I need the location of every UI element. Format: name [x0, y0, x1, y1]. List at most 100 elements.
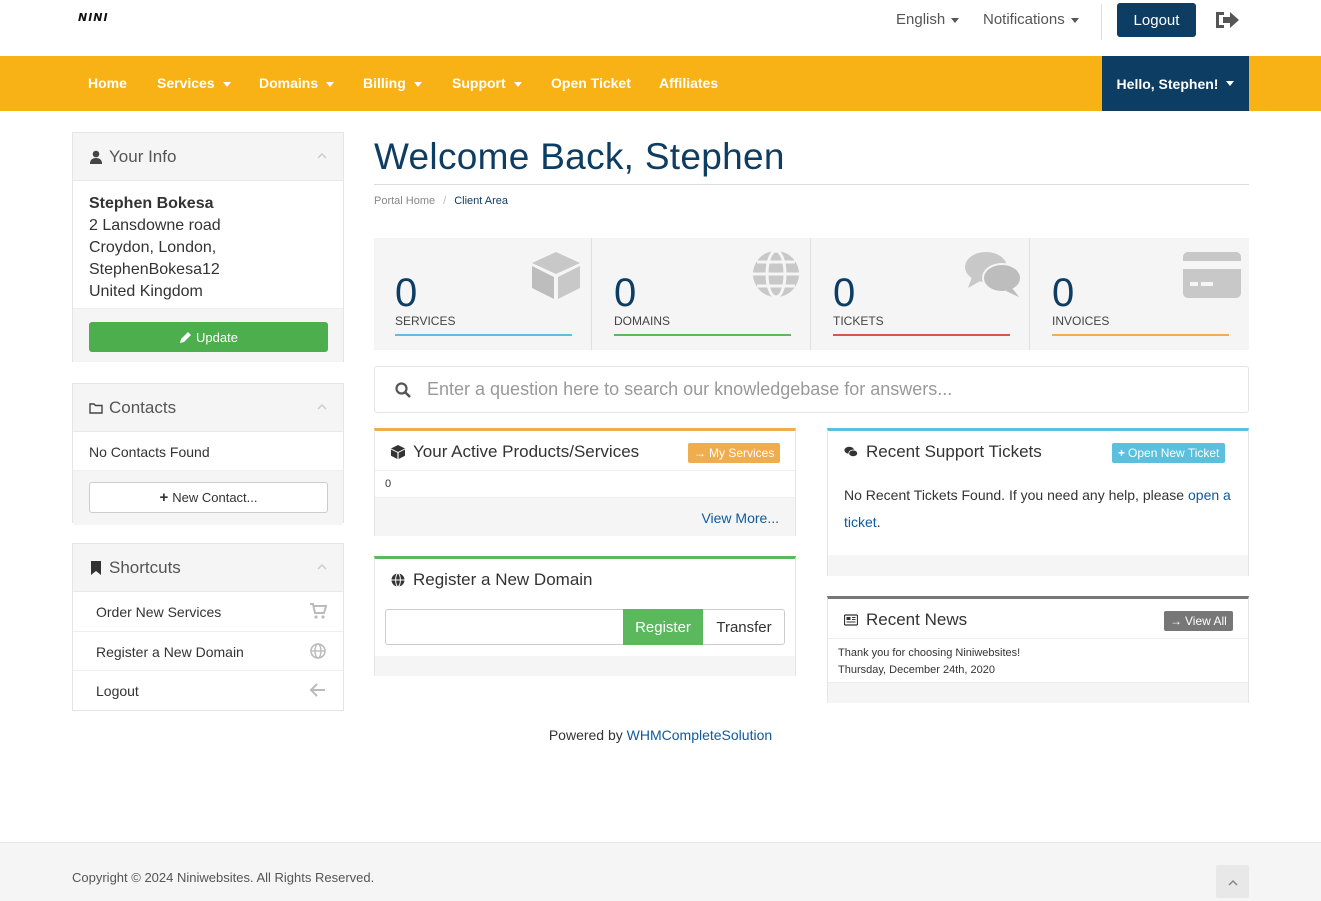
client-name: Stephen Bokesa: [89, 195, 214, 212]
plus-icon: +: [1118, 446, 1126, 460]
title-divider: [374, 184, 1249, 185]
register-button[interactable]: Register: [623, 609, 703, 645]
contacts-panel: Contacts No Contacts Found + New Contact…: [72, 383, 344, 525]
copyright: Copyright © 2024 Niniwebsites. All Right…: [72, 870, 375, 885]
card-footer: [375, 656, 795, 676]
caret-down-icon: [1070, 17, 1079, 23]
your-info-panel: Your Info Stephen Bokesa 2 Lansdowne roa…: [72, 132, 344, 362]
caret-down-icon: [951, 17, 960, 23]
shortcut-logout[interactable]: Logout: [73, 670, 343, 709]
panel-header[interactable]: Contacts: [73, 384, 343, 432]
panel-header[interactable]: Your Info: [73, 133, 343, 181]
recent-tickets-card: Recent Support Tickets + Open New Ticket…: [827, 428, 1249, 576]
new-contact-button[interactable]: + New Contact...: [89, 482, 328, 513]
nav-label: Billing: [363, 75, 406, 91]
logout-button[interactable]: Logout: [1117, 3, 1196, 37]
shortcut-register-domain[interactable]: Register a New Domain: [73, 631, 343, 670]
comments-icon: [965, 252, 1022, 297]
site-logo[interactable]: NINI: [78, 11, 109, 24]
breadcrumb-portal-home[interactable]: Portal Home: [374, 195, 435, 207]
register-domain-card: Register a New Domain Register Transfer: [374, 556, 796, 676]
panel-title: Contacts: [109, 398, 177, 417]
shortcut-order-services[interactable]: Order New Services: [73, 592, 343, 631]
stat-tickets[interactable]: 0 TICKETS: [812, 238, 1030, 350]
nav-domains[interactable]: Domains: [259, 75, 335, 91]
card-header: Recent News → View All: [828, 599, 1248, 639]
powered-prefix: Powered by: [548, 727, 623, 743]
top-bar: NINI English Notifications Logout: [0, 0, 1321, 56]
notifications-dropdown[interactable]: Notifications: [983, 11, 1079, 28]
news-date: Thursday, December 24th, 2020: [838, 664, 995, 676]
domain-input[interactable]: [386, 610, 622, 644]
update-button[interactable]: Update: [89, 322, 328, 352]
folder-icon: [89, 403, 103, 414]
breadcrumb-client-area: Client Area: [454, 195, 509, 207]
period: .: [876, 514, 881, 530]
nav-home[interactable]: Home: [88, 75, 127, 91]
globe-icon: [753, 249, 799, 299]
my-services-button[interactable]: → My Services: [688, 443, 781, 463]
chevron-up-icon[interactable]: [317, 151, 327, 159]
stat-underline: [614, 334, 791, 336]
caret-down-icon: [326, 81, 335, 87]
card-header: Your Active Products/Services → My Servi…: [375, 431, 795, 471]
stat-label: TICKETS: [833, 314, 884, 328]
divider: [1101, 4, 1102, 40]
bookmark-icon: [91, 561, 101, 575]
account-menu[interactable]: Hello, Stephen!: [1102, 56, 1249, 111]
newspaper-icon: [844, 614, 858, 626]
card-header: Register a New Domain: [375, 559, 795, 599]
whmcs-link[interactable]: WHMCompleteSolution: [627, 727, 773, 743]
stat-services[interactable]: 0 SERVICES: [374, 238, 592, 350]
globe-icon: [310, 643, 326, 659]
language-dropdown[interactable]: English: [896, 11, 960, 28]
chevron-up-icon[interactable]: [317, 402, 327, 410]
notifications-label: Notifications: [983, 11, 1065, 28]
chevron-up-icon[interactable]: [317, 562, 327, 570]
panel-footer: + New Contact...: [73, 471, 343, 525]
panel-header[interactable]: Shortcuts: [73, 544, 343, 592]
transfer-button[interactable]: Transfer: [703, 610, 785, 644]
arrow-right-icon: →: [1170, 614, 1182, 628]
stat-invoices[interactable]: 0 INVOICES: [1031, 238, 1249, 350]
open-new-ticket-button[interactable]: + Open New Ticket: [1112, 443, 1226, 463]
domain-search-group: Register Transfer: [385, 609, 785, 645]
country: United Kingdom: [89, 283, 203, 300]
shortcut-label: Order New Services: [96, 604, 222, 620]
knowledgebase-search[interactable]: Enter a question here to search our know…: [374, 366, 1249, 413]
stat-label: SERVICES: [395, 314, 456, 328]
nav-billing[interactable]: Billing: [363, 75, 422, 91]
arrow-right-icon: →: [694, 446, 706, 460]
news-item[interactable]: Thank you for choosing Niniwebsites! Thu…: [838, 645, 1020, 679]
nav-open-ticket[interactable]: Open Ticket: [551, 75, 631, 91]
search-placeholder: Enter a question here to search our know…: [427, 379, 953, 399]
globe-icon: [391, 573, 405, 587]
address-line-2: Croydon, London,: [89, 239, 217, 256]
back-to-top-button[interactable]: [1216, 865, 1249, 898]
comments-icon: [844, 446, 858, 457]
nav-services[interactable]: Services: [157, 75, 231, 91]
nav-label: Open Ticket: [551, 75, 631, 91]
stat-domains[interactable]: 0 DOMAINS: [593, 238, 811, 350]
page-footer: Copyright © 2024 Niniwebsites. All Right…: [0, 842, 1321, 901]
view-all-news-button[interactable]: → View All: [1164, 611, 1233, 631]
no-tickets-message: No Recent Tickets Found. If you need any…: [844, 487, 1185, 503]
nav-label: Affiliates: [659, 75, 719, 91]
sign-out-icon[interactable]: [1214, 9, 1240, 31]
stat-value: 0: [833, 271, 856, 315]
nav-support[interactable]: Support: [452, 75, 522, 91]
stat-value: 0: [614, 271, 637, 315]
shortcuts-panel: Shortcuts Order New Services Register a …: [72, 543, 344, 711]
card-header: Recent Support Tickets + Open New Ticket: [828, 431, 1248, 471]
credit-card-icon: [1183, 252, 1241, 298]
view-more-link[interactable]: View More...: [701, 510, 779, 526]
caret-down-icon: [513, 81, 522, 87]
pencil-icon: [180, 331, 192, 343]
nav-affiliates[interactable]: Affiliates: [659, 75, 718, 91]
no-contacts-text: No Contacts Found: [73, 432, 343, 471]
nav-label: Support: [452, 75, 506, 91]
active-products-card: Your Active Products/Services → My Servi…: [374, 428, 796, 536]
stat-value: 0: [395, 271, 418, 315]
new-contact-label: New Contact...: [172, 490, 258, 505]
nav-label: Domains: [259, 75, 319, 91]
